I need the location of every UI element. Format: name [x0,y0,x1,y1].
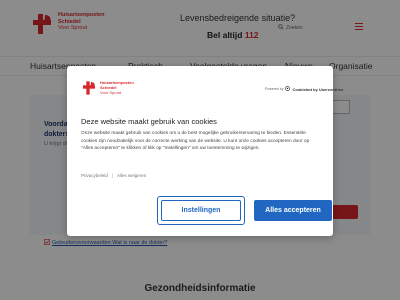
cookie-dialog-body: Onze website maakt gebruik van cookies o… [81,131,310,152]
reject-all-link[interactable]: Alles weigeren [117,173,146,178]
huisartsenpost-logo-icon [81,80,97,96]
powered-by-label: Powered by [265,87,284,91]
cookie-consent-dialog: Huisartsenposten Schiedel Voor Sprout Po… [67,66,343,236]
cookie-dialog-title: Deze website maakt gebruik van cookies [81,117,217,126]
settings-button[interactable]: Instellingen [161,200,241,221]
modal-logo: Huisartsenposten Schiedel Voor Sprout [81,80,134,96]
accept-all-button[interactable]: Alles accepteren [254,200,332,221]
modal-logo-line-3: Voor Sprout [100,90,122,95]
privacy-policy-link[interactable]: Privacybeleid [81,173,108,178]
cookie-dialog-links: Privacybeleid | Alles weigeren [81,173,147,178]
cookiebot-icon [285,86,291,92]
modal-logo-text: Huisartsenposten Schiedel Voor Sprout [100,80,134,95]
powered-by[interactable]: Powered by Cookiebot by Usercentrics [265,86,343,92]
powered-by-brand: Cookiebot by Usercentrics [292,86,344,92]
